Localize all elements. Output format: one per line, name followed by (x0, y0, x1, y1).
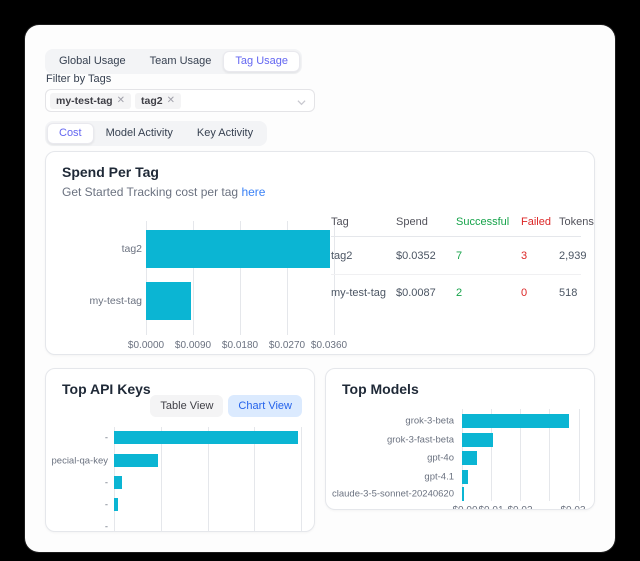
card-title: Spend Per Tag (62, 164, 159, 180)
filter-by-tags-label: Filter by Tags (46, 73, 111, 85)
card-subtitle: Get Started Tracking cost per tag here (62, 185, 265, 199)
cell-failed: 0 (521, 287, 559, 299)
plot-area (146, 221, 334, 335)
x-tick-label: $0.0090 (175, 340, 211, 351)
usage-tabs: Global Usage Team Usage Tag Usage (45, 49, 302, 74)
y-axis-label: - (105, 500, 108, 511)
cell-successful: 2 (456, 287, 521, 299)
tab-model-activity[interactable]: Model Activity (94, 123, 185, 144)
remove-tag-icon[interactable]: ✕ (117, 95, 125, 107)
y-axis-label: gpt-4o (427, 453, 454, 464)
x-tick-label: $0.03 (560, 505, 585, 510)
tab-cost[interactable]: Cost (47, 123, 94, 144)
bar (462, 433, 493, 447)
bar (462, 451, 477, 465)
cell-successful: 7 (456, 250, 521, 262)
selected-tag-label: my-test-tag (56, 95, 113, 107)
spend-table: Tag Spend Successful Failed Tokens tag2 … (331, 207, 581, 311)
cell-tag: my-test-tag (331, 287, 396, 299)
tab-tag-usage[interactable]: Tag Usage (223, 51, 300, 72)
table-row: tag2 $0.0352 7 3 2,939 (331, 237, 581, 274)
col-header-spend: Spend (396, 216, 456, 228)
top-api-keys-card: Top API Keys Table View Chart View - pec… (45, 368, 315, 532)
bar (114, 498, 118, 511)
x-tick-label: $0.02 (507, 505, 532, 510)
col-header-tokens: Tokens (559, 216, 594, 228)
x-tick-label: $0.00 (452, 505, 477, 510)
bar (114, 476, 122, 489)
cell-spend: $0.0087 (396, 287, 456, 299)
here-link[interactable]: here (241, 185, 265, 199)
bar (462, 487, 464, 501)
bar (114, 454, 158, 467)
tab-team-usage[interactable]: Team Usage (138, 51, 224, 72)
tag-filter-select[interactable]: my-test-tag ✕ tag2 ✕ (45, 89, 315, 112)
top-models-card: Top Models grok-3-beta grok-3-fast-beta … (325, 368, 595, 510)
y-axis-label: claude-3-5-sonnet-20240620 (332, 489, 454, 500)
y-axis-label: pecial-qa-key (52, 456, 109, 467)
gridline (301, 427, 302, 532)
y-axis-label: my-test-tag (89, 295, 142, 307)
x-tick-label: $0.0360 (311, 340, 347, 351)
tab-global-usage[interactable]: Global Usage (47, 51, 138, 72)
y-axis-label: gpt-4.1 (424, 472, 454, 483)
tab-key-activity[interactable]: Key Activity (185, 123, 265, 144)
table-view-button[interactable]: Table View (150, 395, 223, 417)
bar-tag2 (146, 230, 330, 268)
view-toggle: Table View Chart View (150, 395, 302, 417)
gridline (579, 409, 580, 501)
y-axis-label: - (105, 433, 108, 444)
cell-tokens: 518 (559, 287, 581, 299)
cell-tokens: 2,939 (559, 250, 587, 262)
col-header-tag: Tag (331, 216, 396, 228)
chart-view-button[interactable]: Chart View (228, 395, 302, 417)
cell-failed: 3 (521, 250, 559, 262)
cell-tag: tag2 (331, 250, 396, 262)
table-header-row: Tag Spend Successful Failed Tokens (331, 207, 581, 237)
x-tick-label: $0.0000 (128, 340, 164, 351)
remove-tag-icon[interactable]: ✕ (167, 95, 175, 107)
bar (114, 431, 298, 444)
y-axis-label: - (105, 478, 108, 489)
view-tabs: Cost Model Activity Key Activity (45, 121, 267, 146)
subtitle-text: Get Started Tracking cost per tag (62, 185, 238, 199)
card-title: Top API Keys (62, 381, 151, 397)
y-axis-label: - (105, 522, 108, 533)
bar-my-test-tag (146, 282, 191, 320)
card-title: Top Models (342, 381, 419, 397)
col-header-successful: Successful (456, 216, 521, 228)
x-tick-label: $0.0270 (269, 340, 305, 351)
y-axis-label: tag2 (122, 243, 142, 255)
plot-area (462, 409, 586, 501)
col-header-failed: Failed (521, 216, 559, 228)
x-tick-label: $0.01 (478, 505, 503, 510)
y-axis-label: grok-3-fast-beta (387, 435, 454, 446)
selected-tag-label: tag2 (141, 95, 163, 107)
bar (462, 470, 468, 484)
bar (462, 414, 569, 428)
y-axis-label: grok-3-beta (405, 416, 454, 427)
selected-tag-pill: tag2 ✕ (135, 93, 181, 109)
chevron-down-icon (297, 98, 306, 107)
plot-area (114, 427, 301, 532)
app-window: Global Usage Team Usage Tag Usage Filter… (25, 25, 615, 552)
x-tick-label: $0.0180 (222, 340, 258, 351)
spend-per-tag-card: Spend Per Tag Get Started Tracking cost … (45, 151, 595, 355)
cell-spend: $0.0352 (396, 250, 456, 262)
table-row: my-test-tag $0.0087 2 0 518 (331, 274, 581, 311)
selected-tag-pill: my-test-tag ✕ (50, 93, 131, 109)
